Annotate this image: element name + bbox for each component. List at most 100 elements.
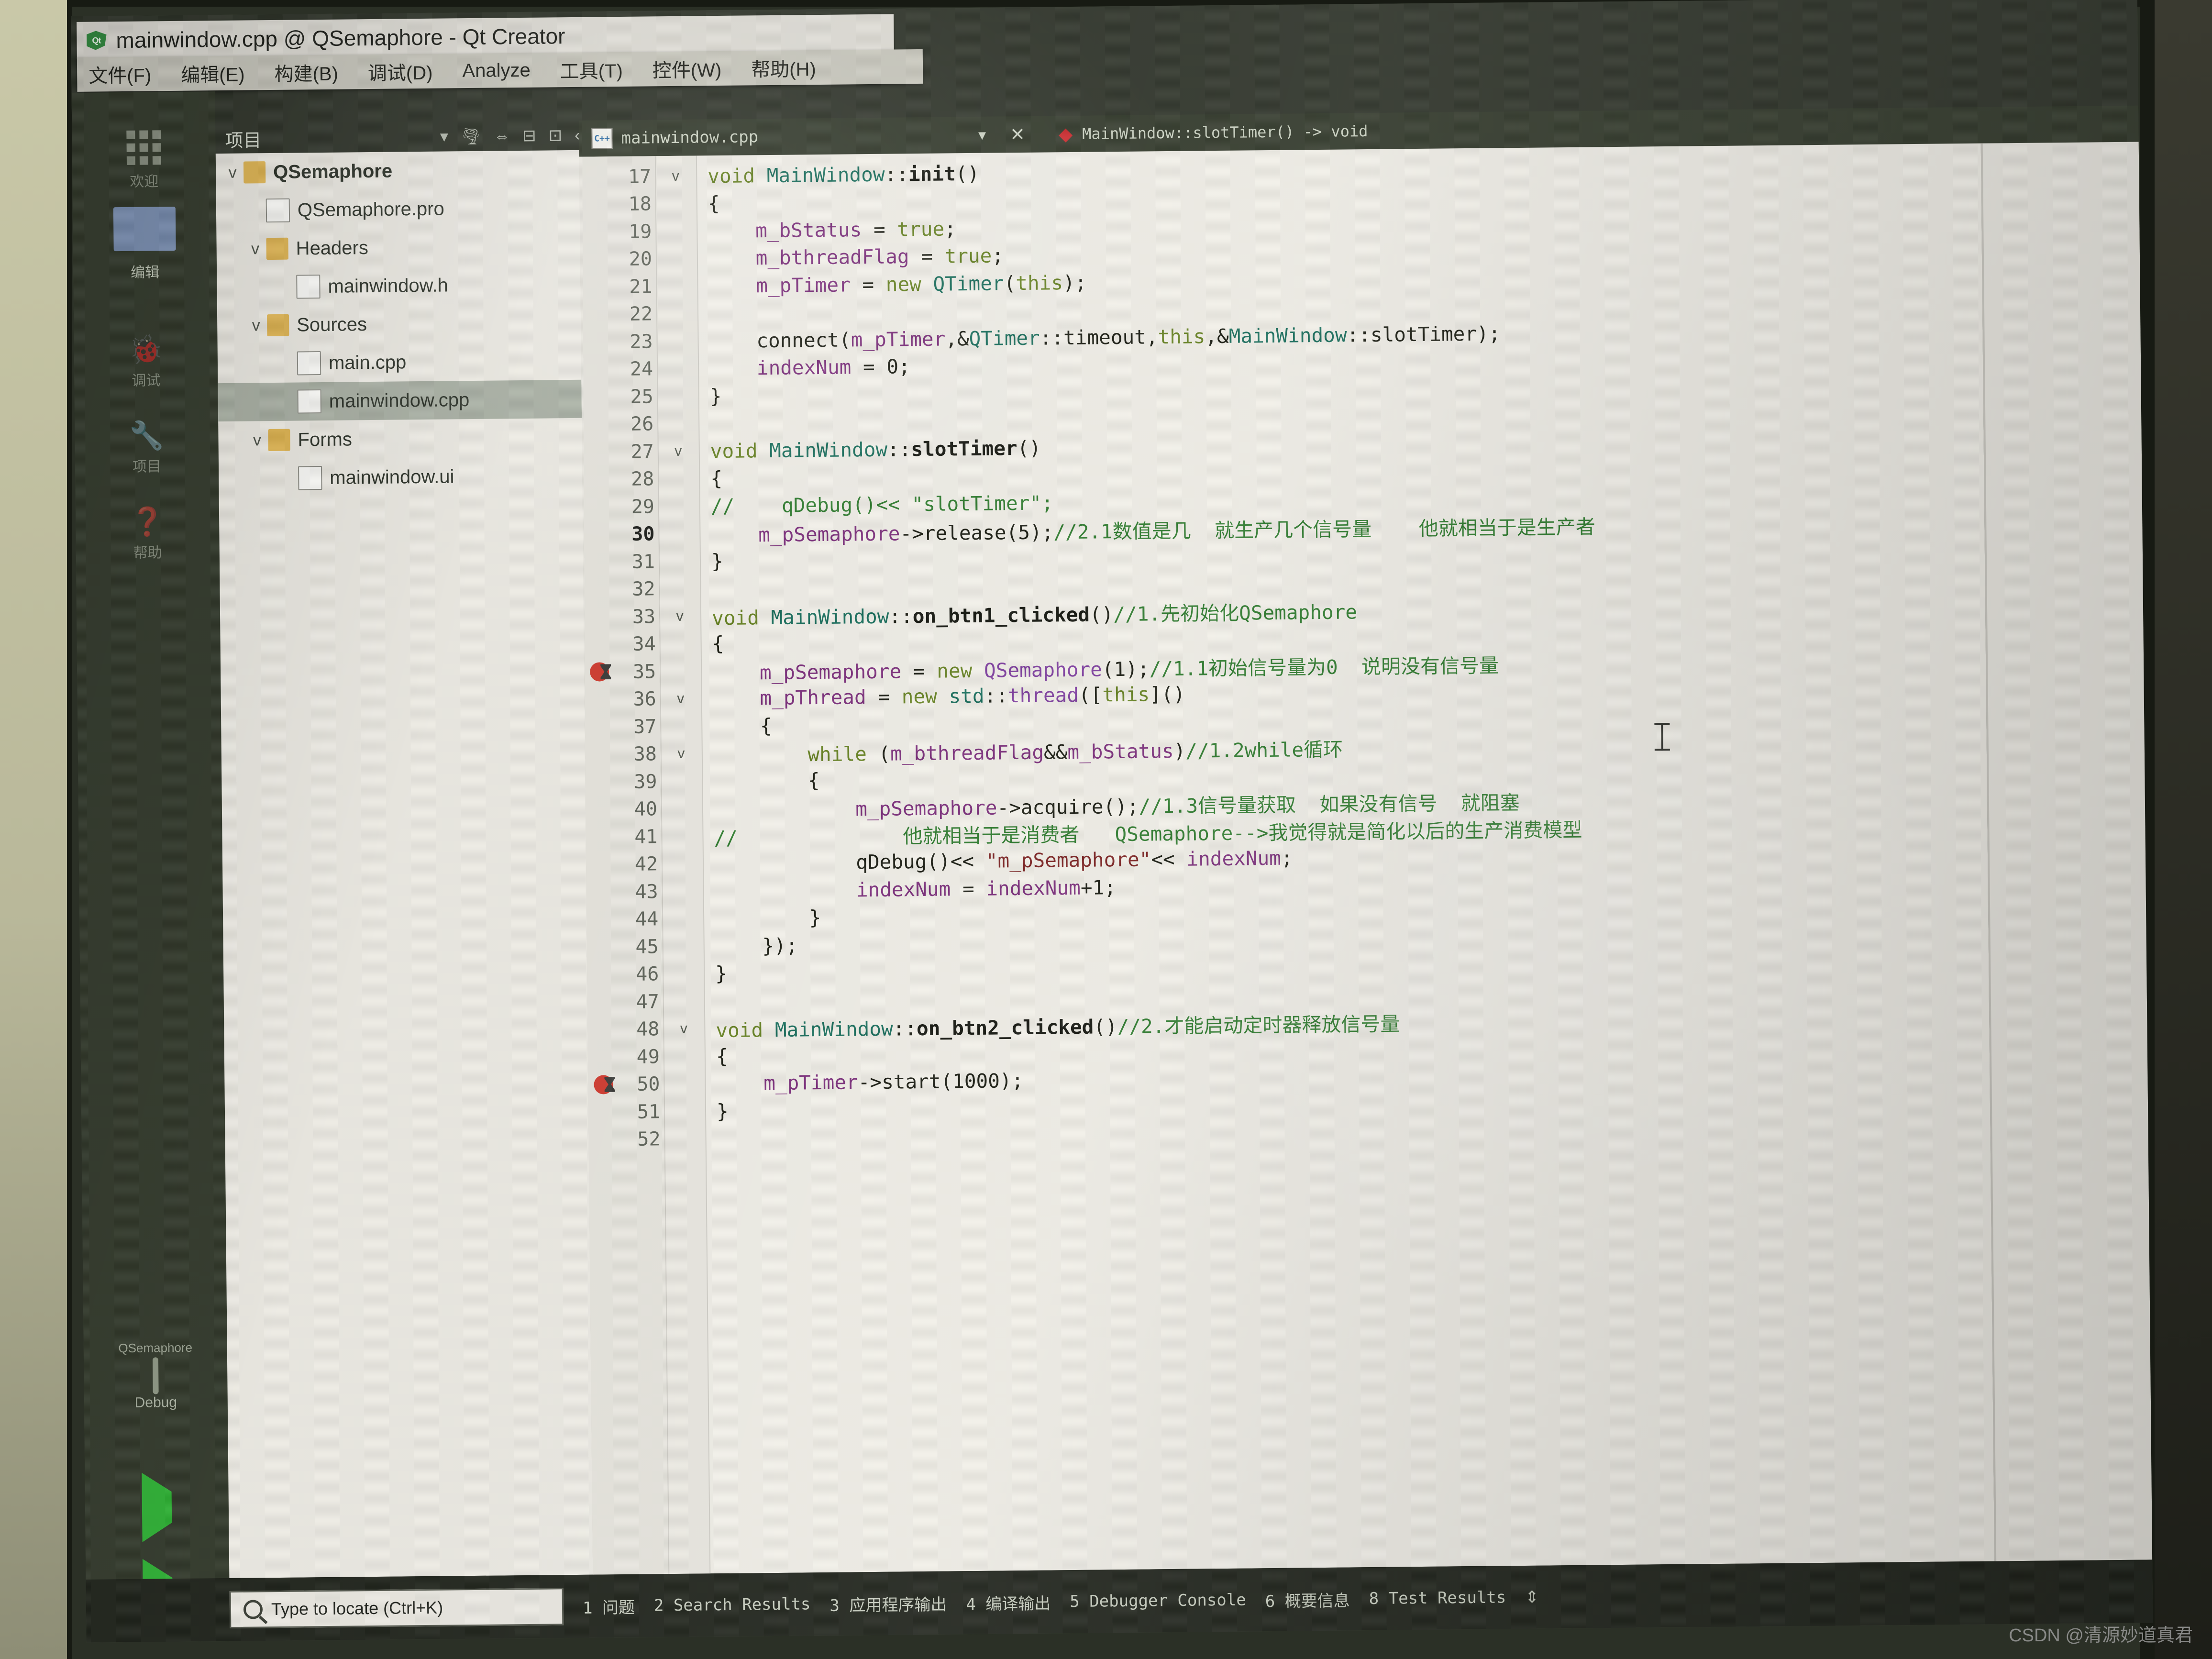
link-icon[interactable]: ⇔ — [494, 127, 510, 145]
breakpoint-marker[interactable] — [594, 1074, 613, 1095]
file-icon — [265, 198, 290, 223]
fold-toggle-icon[interactable]: v — [663, 1021, 704, 1038]
photo-of-monitor: Qt mainwindow.cpp @ QSemaphore - Qt Crea… — [0, 0, 2212, 1659]
line-number: 45 — [635, 936, 659, 958]
kit-name: QSemaphore — [118, 1340, 193, 1356]
mode-help[interactable]: ❓ 帮助 — [76, 506, 220, 563]
pane-test-results[interactable]: 8 Test Results — [1369, 1588, 1506, 1608]
line-number: 24 — [630, 358, 653, 381]
pane-debugger[interactable]: 5 Debugger Console — [1070, 1591, 1246, 1612]
chevron-down-icon[interactable]: v — [244, 240, 266, 258]
split-add-icon[interactable]: ⊟ — [522, 126, 536, 145]
line-number: 28 — [630, 468, 654, 491]
mode-projects[interactable]: 🔧 项目 — [75, 420, 219, 476]
mode-debug[interactable]: 🐞 调试 — [74, 334, 218, 390]
chevron-down-icon[interactable]: v — [245, 316, 267, 335]
csdn-watermark: CSDN @清源妙道真君 — [2009, 1626, 2193, 1646]
line-number: 29 — [631, 496, 655, 518]
code-lines: 17 v void MainWindow::init() 18{19 m_bStatu… — [579, 150, 1994, 1575]
tree-item[interactable]: mainwindow.cpp — [218, 379, 582, 422]
line-number: 34 — [632, 633, 656, 656]
file-icon — [296, 275, 321, 299]
tree-item[interactable]: v Headers — [216, 227, 580, 268]
line-number: 42 — [634, 853, 658, 876]
pane-updown-icon[interactable]: ⇕ — [1525, 1588, 1539, 1607]
menu-debug[interactable]: 调试(D) — [368, 57, 433, 86]
tab-label: mainwindow.cpp — [621, 127, 759, 148]
mode-edit[interactable]: 编辑 — [73, 206, 217, 282]
pane-search[interactable]: 2 Search Results — [654, 1594, 811, 1615]
wrench-icon: 🔧 — [129, 420, 164, 452]
editor-right-margin — [1980, 142, 2153, 1561]
mode-welcome[interactable]: 欢迎 — [72, 115, 216, 191]
text-cursor — [1661, 723, 1663, 751]
fold-toggle-icon[interactable]: v — [658, 443, 699, 460]
fold-toggle-icon[interactable]: v — [659, 608, 700, 625]
line-number: 26 — [630, 413, 654, 436]
menu-tools[interactable]: 工具(T) — [560, 55, 623, 84]
menu-analyze[interactable]: Analyze — [462, 59, 531, 81]
folder-icon — [243, 161, 266, 184]
tree-item-label: mainwindow.h — [328, 274, 448, 297]
filter-icon[interactable]: 🌪 — [461, 127, 482, 146]
tree-item[interactable]: mainwindow.ui — [219, 456, 583, 498]
tree-item-label: Headers — [296, 237, 369, 259]
line-number: 38 — [633, 743, 657, 766]
tree-item[interactable]: v QSemaphore — [216, 150, 580, 192]
tree-item-label: mainwindow.ui — [330, 465, 454, 488]
pane-issues[interactable]: 1 问题 — [583, 1594, 635, 1618]
sidebar-title: 项目 — [225, 130, 262, 151]
chevron-down-icon[interactable]: ▾ — [440, 127, 448, 146]
tree-item[interactable]: main.cpp — [218, 342, 582, 383]
search-input[interactable]: Type to locate (Ctrl+K) — [229, 1588, 564, 1628]
mode-selector-bar: 欢迎 编辑 🐞 调试 🔧 项目 ❓ 帮助 QSemaphore Debug — [71, 91, 230, 1643]
mode-help-label: 帮助 — [133, 545, 162, 561]
line-number: 32 — [632, 578, 655, 601]
menu-build[interactable]: 构建(B) — [274, 58, 338, 87]
tab-close-icon[interactable]: ✕ — [1010, 123, 1025, 145]
fold-toggle-icon[interactable]: v — [660, 691, 701, 708]
window-title: mainwindow.cpp @ QSemaphore - Qt Creator — [116, 23, 565, 53]
menu-window[interactable]: 控件(W) — [652, 55, 722, 83]
split-icon[interactable]: ⊡ — [548, 126, 562, 145]
breakpoint-marker[interactable] — [590, 662, 609, 682]
line-number: 23 — [630, 331, 653, 353]
line-number: 51 — [637, 1101, 661, 1123]
tree-item[interactable]: mainwindow.h — [217, 265, 581, 307]
run-button[interactable] — [85, 1472, 229, 1542]
fold-toggle-icon[interactable]: v — [661, 746, 702, 763]
code-editor[interactable]: 17 v void MainWindow::init() 18{19 m_bStatu… — [579, 143, 1995, 1575]
pane-app-output[interactable]: 3 应用程序输出 — [830, 1591, 947, 1615]
bookmark-icon[interactable]: ◆ — [1059, 123, 1073, 144]
line-number: 18 — [628, 193, 652, 216]
tree-item[interactable]: v Forms — [218, 418, 582, 460]
folder-icon — [266, 237, 288, 260]
play-triangle-icon — [85, 1472, 229, 1542]
search-placeholder: Type to locate (Ctrl+K) — [271, 1597, 443, 1619]
pane-compile[interactable]: 4 编译输出 — [966, 1590, 1051, 1615]
file-icon — [297, 351, 321, 376]
fold-toggle-icon[interactable]: v — [655, 168, 696, 185]
line-number: 36 — [633, 688, 656, 711]
kit-selector[interactable]: QSemaphore Debug — [84, 1340, 228, 1412]
tree-item[interactable]: QSemaphore.pro — [216, 188, 580, 230]
chevron-down-icon[interactable]: v — [221, 163, 243, 182]
breadcrumb[interactable]: MainWindow::slotTimer() -> void — [1082, 122, 1368, 143]
menu-file[interactable]: 文件(F) — [88, 60, 152, 88]
tree-item[interactable]: v Sources — [217, 303, 581, 345]
menu-edit[interactable]: 编辑(E) — [181, 59, 245, 88]
line-number: 39 — [634, 771, 657, 793]
pane-overview[interactable]: 6 概要信息 — [1265, 1587, 1350, 1612]
chevron-down-icon[interactable]: v — [246, 431, 268, 450]
qt-creator-window: Qt mainwindow.cpp @ QSemaphore - Qt Crea… — [71, 0, 2153, 1643]
line-number: 17 — [628, 166, 652, 188]
tab-dropdown-icon[interactable]: ▾ — [978, 126, 986, 144]
menu-help[interactable]: 帮助(H) — [751, 54, 816, 82]
tab-mainwindow-cpp[interactable]: C++ mainwindow.cpp — [591, 126, 758, 149]
